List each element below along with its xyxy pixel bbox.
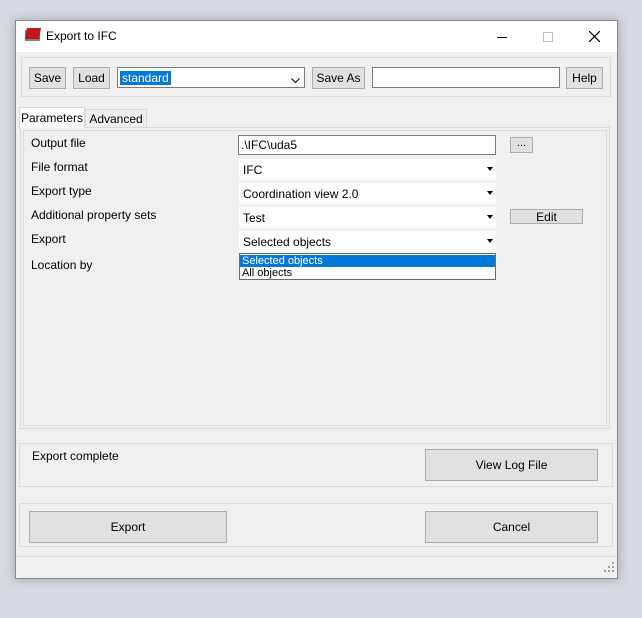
export-label: Export xyxy=(31,232,66,246)
export-type-combo[interactable]: Coordination view 2.0 xyxy=(239,183,496,204)
export-combo[interactable]: Selected objects xyxy=(239,231,496,252)
minimize-icon xyxy=(497,36,507,38)
location-by-label: Location by xyxy=(31,258,93,272)
export-type-label: Export type xyxy=(31,184,92,198)
load-button[interactable]: Load xyxy=(73,67,110,89)
output-file-input[interactable]: .\IFC\uda5 xyxy=(238,135,496,155)
dropdown-arrow-icon[interactable] xyxy=(487,191,493,195)
export-type-value: Coordination view 2.0 xyxy=(243,187,359,201)
app-icon xyxy=(25,28,41,42)
status-strip-divider xyxy=(16,556,617,557)
export-dropdown-list: Selected objects All objects xyxy=(239,253,496,280)
dropdown-arrow-icon[interactable] xyxy=(487,167,493,171)
export-value: Selected objects xyxy=(243,235,332,249)
save-as-button[interactable]: Save As xyxy=(312,67,365,89)
resize-grip-icon[interactable] xyxy=(604,562,615,576)
maximize-icon xyxy=(543,31,553,42)
additional-psets-label: Additional property sets xyxy=(31,208,157,222)
minimize-button[interactable] xyxy=(479,21,525,52)
export-button[interactable]: Export xyxy=(29,511,227,543)
close-button[interactable] xyxy=(571,21,617,52)
tab-advanced[interactable]: Advanced xyxy=(85,109,147,128)
close-icon xyxy=(588,31,600,42)
maximize-button[interactable] xyxy=(525,21,571,52)
dropdown-arrow-icon[interactable] xyxy=(487,239,493,243)
title-bar: Export to IFC xyxy=(16,21,617,52)
save-as-name-input[interactable] xyxy=(372,67,560,88)
view-log-file-button[interactable]: View Log File xyxy=(425,449,598,481)
save-button[interactable]: Save xyxy=(29,67,66,89)
output-file-label: Output file xyxy=(31,136,86,150)
dropdown-option-all-objects[interactable]: All objects xyxy=(240,267,495,279)
preset-combo[interactable]: standard xyxy=(117,67,305,88)
window-title: Export to IFC xyxy=(46,29,117,43)
tab-parameters[interactable]: Parameters xyxy=(19,107,85,128)
additional-psets-combo[interactable]: Test xyxy=(239,207,496,228)
file-format-combo[interactable]: IFC xyxy=(239,159,496,180)
export-to-ifc-dialog: Export to IFC Save Load standard Save As… xyxy=(15,20,618,579)
browse-button[interactable]: ... xyxy=(510,137,533,153)
dropdown-option-selected-objects[interactable]: Selected objects xyxy=(240,255,495,267)
cancel-button[interactable]: Cancel xyxy=(425,511,598,543)
dropdown-arrow-icon[interactable] xyxy=(487,215,493,219)
file-format-value: IFC xyxy=(243,163,263,177)
help-button[interactable]: Help xyxy=(566,67,603,89)
file-format-label: File format xyxy=(31,160,88,174)
additional-psets-value: Test xyxy=(243,211,266,225)
preset-value: standard xyxy=(120,70,171,85)
status-message: Export complete xyxy=(32,449,119,463)
edit-button[interactable]: Edit xyxy=(510,209,583,224)
chevron-down-icon[interactable] xyxy=(291,73,300,87)
